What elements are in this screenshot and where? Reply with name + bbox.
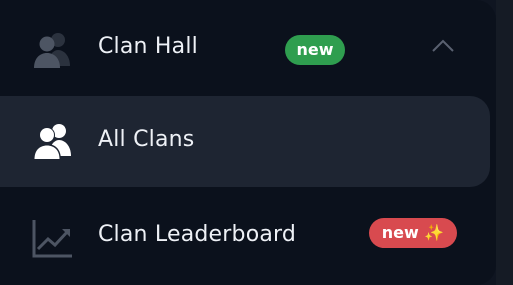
sidebar-item-clan-leaderboard[interactable]: Clan Leaderboard new ✨	[0, 190, 490, 282]
sidebar-panel: Clan Hall new All Clans Clan Leaderboard…	[0, 0, 496, 285]
scroll-edge	[496, 0, 513, 285]
new-badge: new	[285, 35, 345, 65]
sidebar-item-label: All Clans	[98, 127, 195, 152]
users-icon	[34, 33, 70, 68]
sidebar-item-all-clans[interactable]: All Clans	[0, 96, 490, 187]
chevron-up-icon[interactable]	[430, 38, 456, 54]
trending-up-icon	[32, 220, 72, 258]
sidebar-item-clan-hall[interactable]: Clan Hall new	[0, 2, 490, 94]
new-badge: new ✨	[369, 218, 457, 248]
sidebar-item-label: Clan Hall	[98, 34, 198, 59]
users-icon	[33, 124, 71, 160]
sidebar-item-label: Clan Leaderboard	[98, 222, 297, 247]
